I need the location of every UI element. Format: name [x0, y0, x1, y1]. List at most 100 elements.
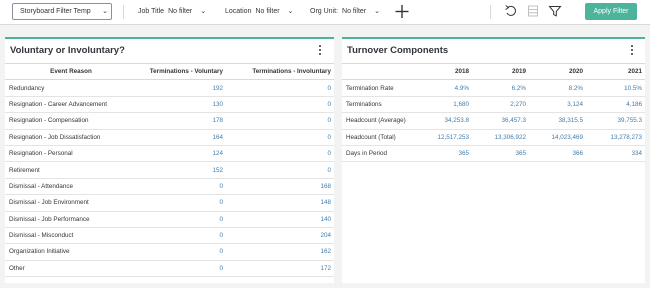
filter-value: No filter [342, 8, 367, 15]
row-label-cell: Dismissal - Job Performance [5, 211, 137, 228]
value-cell[interactable]: 8.2% [529, 79, 586, 97]
turnover-components-panel: Turnover Components 2018 2019 2020 2021 … [342, 37, 645, 283]
value-cell[interactable]: 38,315.5 [529, 112, 586, 130]
value-cell[interactable]: 152 [137, 161, 226, 179]
value-cell[interactable]: 10.5% [586, 79, 645, 97]
row-label-cell: Terminations [342, 96, 406, 114]
value-cell[interactable]: 0 [226, 112, 334, 130]
column-header: 2018 [406, 62, 472, 81]
row-label-cell: Resignation - Job Dissatisfaction [5, 129, 137, 146]
row-label-cell: Termination Rate [342, 79, 406, 97]
chevron-down-icon: ⌄ [200, 8, 207, 15]
filter-value: No filter [168, 8, 193, 15]
template-select[interactable]: Storyboard Filter Temp ⌄ [12, 3, 112, 20]
row-label-cell: Dismissal - Job Environment [5, 194, 137, 212]
row-label-cell: Retirement [5, 161, 137, 179]
value-cell[interactable]: 0 [226, 145, 334, 163]
column-header: 2020 [529, 62, 586, 81]
filter-label: Org Unit: [310, 8, 339, 15]
filter-icon[interactable] [548, 4, 562, 18]
voluntary-involuntary-table: Event Reason Terminations - Voluntary Te… [5, 62, 334, 278]
table-row: Days in Period 365 365 366 334 [342, 145, 645, 163]
value-cell[interactable]: 13,306,922 [472, 129, 529, 146]
value-cell[interactable]: 172 [226, 260, 334, 278]
value-cell[interactable]: 162 [226, 243, 334, 261]
template-select-value: Storyboard Filter Temp [20, 8, 91, 15]
chevron-down-icon: ⌄ [374, 8, 381, 15]
value-cell[interactable]: 204 [226, 227, 334, 245]
value-cell[interactable]: 365 [406, 145, 472, 163]
value-cell[interactable]: 168 [226, 178, 334, 196]
row-label-cell: Redundancy [5, 79, 137, 97]
table-header-row: Event Reason Terminations - Voluntary Te… [5, 62, 334, 81]
value-cell[interactable]: 1,680 [406, 96, 472, 114]
value-cell[interactable]: 366 [529, 145, 586, 163]
value-cell[interactable]: 178 [137, 112, 226, 130]
toolbar-divider [123, 5, 124, 19]
value-cell[interactable]: 4,186 [586, 96, 645, 114]
row-label-cell: Organization Initiative [5, 243, 137, 261]
more-options-icon[interactable] [629, 45, 635, 57]
value-cell[interactable]: 3,124 [529, 96, 586, 114]
value-cell[interactable]: 0 [226, 96, 334, 114]
value-cell[interactable]: 36,457.3 [472, 112, 529, 130]
table-row: Retirement 152 0 [5, 161, 334, 179]
table-row: Organization Initiative 0 162 [5, 243, 334, 261]
filter-value: No filter [255, 8, 280, 15]
value-cell[interactable]: 6.2% [472, 79, 529, 97]
data-grid-icon[interactable] [526, 4, 540, 18]
turnover-components-table: 2018 2019 2020 2021 Termination Rate 4.9%… [342, 62, 645, 163]
value-cell[interactable]: 148 [226, 194, 334, 212]
value-cell[interactable]: 0 [137, 194, 226, 212]
row-label-cell: Resignation - Personal [5, 145, 137, 163]
filter-job-title[interactable]: Job Title No filter ⌄ [138, 6, 206, 18]
value-cell[interactable]: 4.9% [406, 79, 472, 97]
filter-location[interactable]: Location No filter ⌄ [225, 6, 293, 18]
apply-filter-button[interactable]: Apply Filter [585, 3, 637, 20]
value-cell[interactable]: 124 [137, 145, 226, 163]
value-cell[interactable]: 0 [137, 227, 226, 245]
column-header [342, 62, 406, 81]
column-header: Event Reason [5, 62, 137, 81]
chevron-down-icon: ⌄ [287, 8, 294, 15]
table-row: Resignation - Personal 124 0 [5, 145, 334, 163]
table-row: Resignation - Job Dissatisfaction 164 0 [5, 129, 334, 146]
value-cell[interactable]: 0 [137, 178, 226, 196]
value-cell[interactable]: 0 [137, 243, 226, 261]
add-filter-icon[interactable] [394, 1, 410, 21]
panel-title: Voluntary or Involuntary? [10, 45, 125, 56]
undo-icon[interactable] [504, 4, 518, 18]
value-cell[interactable]: 164 [137, 129, 226, 146]
value-cell[interactable]: 0 [137, 211, 226, 228]
table-row: Dismissal - Job Performance 0 140 [5, 211, 334, 228]
column-header: Terminations - Voluntary [137, 62, 226, 81]
value-cell[interactable]: 365 [472, 145, 529, 163]
table-row: Resignation - Career Advancement 130 0 [5, 96, 334, 114]
value-cell[interactable]: 0 [226, 161, 334, 179]
column-header: Terminations - Involuntary [226, 62, 334, 81]
more-options-icon[interactable] [317, 45, 323, 57]
toolbar-divider [490, 5, 491, 19]
value-cell[interactable]: 39,755.3 [586, 112, 645, 130]
row-label-cell: Other [5, 260, 137, 278]
table-row: Headcount (Average) 34,253.8 36,457.3 38,31… [342, 112, 645, 130]
value-cell[interactable]: 0 [226, 129, 334, 146]
column-header: 2019 [472, 62, 529, 81]
value-cell[interactable]: 0 [137, 260, 226, 278]
table-row: Dismissal - Attendance 0 168 [5, 178, 334, 196]
value-cell[interactable]: 12,517,253 [406, 129, 472, 146]
value-cell[interactable]: 192 [137, 79, 226, 97]
value-cell[interactable]: 34,253.8 [406, 112, 472, 130]
filter-org-unit[interactable]: Org Unit: No filter ⌄ [310, 6, 380, 18]
value-cell[interactable]: 140 [226, 211, 334, 228]
filter-label: Job Title [138, 8, 165, 15]
value-cell[interactable]: 130 [137, 96, 226, 114]
value-cell[interactable]: 334 [586, 145, 645, 163]
value-cell[interactable]: 14,023,469 [529, 129, 586, 146]
row-label-cell: Headcount (Total) [342, 129, 406, 146]
value-cell[interactable]: 0 [226, 79, 334, 97]
value-cell[interactable]: 2,270 [472, 96, 529, 114]
value-cell[interactable]: 13,278,273 [586, 129, 645, 146]
filter-label: Location [225, 8, 252, 15]
row-label-cell: Resignation - Career Advancement [5, 96, 137, 114]
